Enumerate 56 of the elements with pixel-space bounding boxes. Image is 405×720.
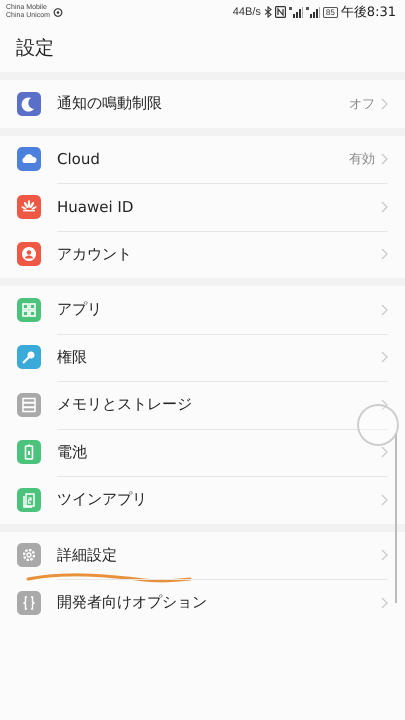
- person-icon: [17, 242, 41, 266]
- row-label: メモリとストレージ: [57, 395, 193, 414]
- network-speed: 44B/s: [232, 6, 261, 18]
- chevron-icon: [381, 351, 388, 364]
- settings-row[interactable]: ツインアプリ: [0, 476, 405, 524]
- scrollbar[interactable]: [395, 433, 397, 603]
- braces-icon: [17, 590, 41, 615]
- chevron-icon: [381, 398, 388, 411]
- chevron-icon: [381, 200, 388, 213]
- battery-level: 85: [322, 6, 338, 18]
- moon-icon: [17, 92, 41, 116]
- chevron-icon: [381, 153, 388, 166]
- twin-pages-icon: [17, 488, 41, 512]
- settings-row[interactable]: メモリとストレージ: [0, 381, 405, 428]
- row-label: 電池: [57, 442, 88, 462]
- settings-row[interactable]: Cloud 有効: [0, 136, 405, 183]
- chevron-icon: [381, 304, 388, 316]
- nfc-icon: [274, 6, 286, 18]
- row-label: 権限: [57, 348, 88, 367]
- chevron-icon: [381, 98, 388, 110]
- row-label: Huawei ID: [57, 198, 134, 216]
- chevron-icon: [381, 494, 388, 506]
- bluetooth-icon: [264, 6, 272, 18]
- settings-row[interactable]: 電池: [0, 428, 405, 476]
- row-label: ツインアプリ: [57, 490, 148, 510]
- signal-icon: [306, 6, 320, 18]
- settings-row[interactable]: アプリ: [0, 286, 405, 334]
- settings-row[interactable]: 詳細設定: [0, 532, 405, 579]
- row-label: 詳細設定: [57, 546, 118, 565]
- chevron-icon: [381, 549, 388, 562]
- key-icon: [17, 345, 41, 370]
- signal-icon: [288, 6, 303, 18]
- row-value: オフ: [349, 96, 375, 113]
- grid-icon: [17, 298, 41, 322]
- settings-row[interactable]: 開発者向けオプション: [0, 579, 405, 626]
- floating-touch-button[interactable]: [357, 404, 399, 446]
- row-label: Cloud: [57, 150, 101, 168]
- clock-time: 午後8:31: [340, 4, 396, 21]
- settings-row[interactable]: 通知の鳴動制限 オフ: [0, 80, 405, 128]
- settings-row[interactable]: 権限: [0, 334, 405, 381]
- row-label: 開発者向けオプション: [57, 593, 208, 612]
- storage-icon: [17, 392, 41, 417]
- petals-icon: [17, 194, 41, 219]
- hotspot-icon: [52, 7, 63, 17]
- row-label: アカウント: [57, 244, 133, 264]
- chevron-icon: [381, 248, 388, 260]
- chevron-icon: [381, 596, 388, 609]
- battery-icon: [17, 440, 41, 464]
- settings-row[interactable]: Huawei ID: [0, 183, 405, 230]
- row-label: 通知の鳴動制限: [57, 94, 163, 114]
- gear-icon: [17, 543, 41, 568]
- chevron-icon: [381, 446, 388, 458]
- row-label: アプリ: [57, 300, 103, 320]
- settings-row[interactable]: アカウント: [0, 230, 405, 278]
- cloud-icon: [17, 147, 41, 172]
- row-value: 有効: [349, 151, 375, 168]
